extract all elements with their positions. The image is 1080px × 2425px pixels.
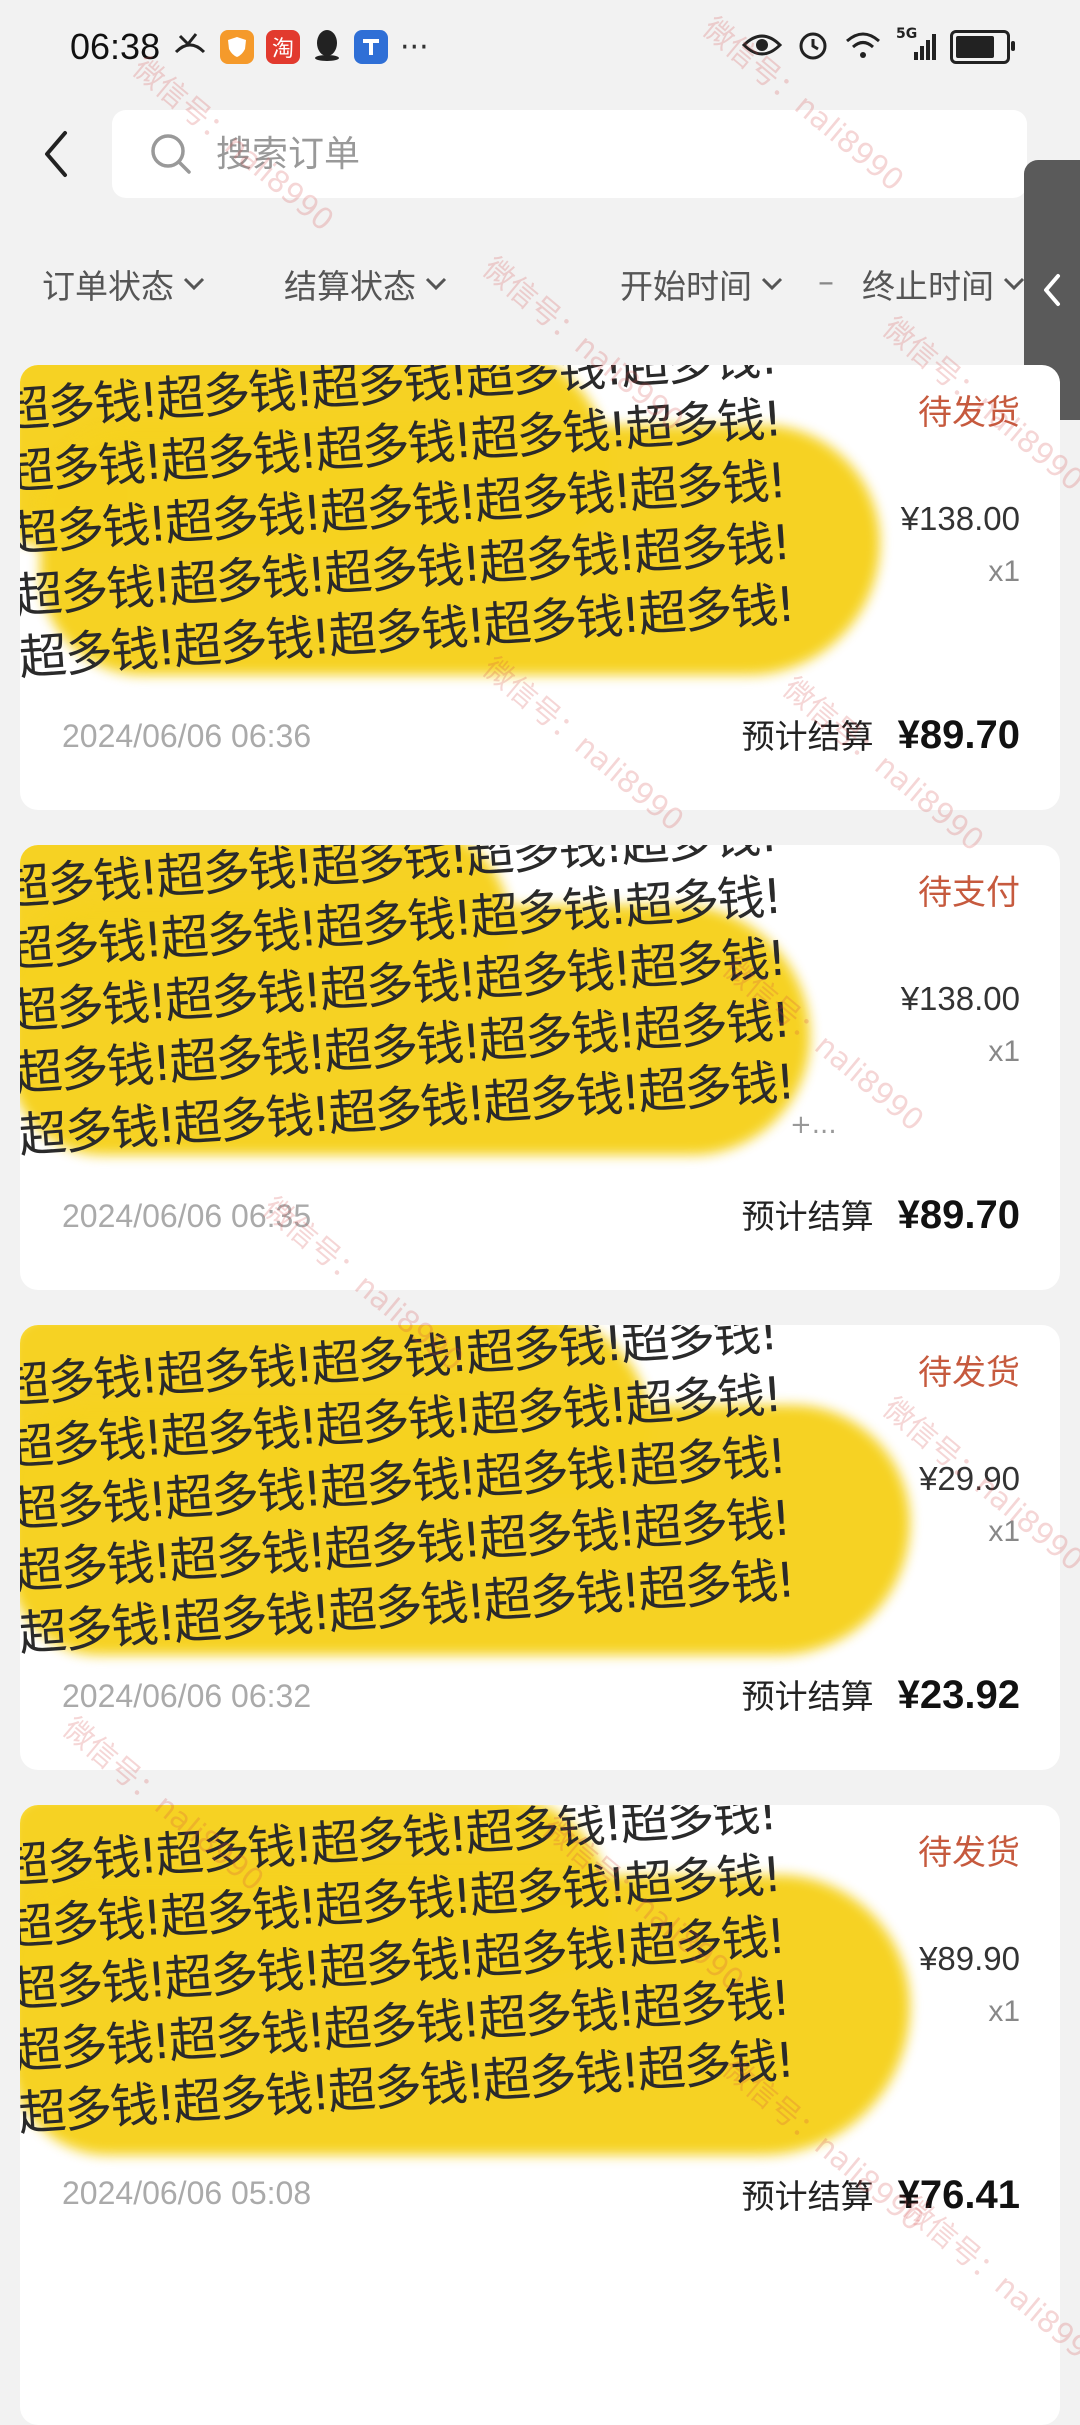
more-items-indicator: +... <box>790 1110 837 1140</box>
item-price: ¥89.90 <box>919 1940 1020 1977</box>
order-time: 2024/06/06 05:08 <box>62 2175 312 2211</box>
order-time: 2024/06/06 06:32 <box>62 1678 312 1714</box>
end-time-filter[interactable]: 终止时间 <box>862 260 1026 308</box>
item-price: ¥138.00 <box>900 980 1020 1017</box>
settlement-amount: ¥23.92 <box>897 1673 1020 1717</box>
settlement-status-filter-label: 结算状态 <box>284 267 416 306</box>
missed-call-icon <box>172 30 208 64</box>
item-price: ¥29.90 <box>919 1460 1020 1497</box>
search-icon <box>148 131 194 177</box>
chevron-down-icon <box>182 272 206 296</box>
shield-app-icon <box>220 30 254 64</box>
order-card[interactable]: 超多钱!超多钱!超多钱!超多钱!超多钱! 超多钱!超多钱!超多钱!超多钱!超多钱!… <box>20 365 1060 810</box>
network-type-label: 5G <box>896 26 918 42</box>
order-card[interactable]: 超多钱!超多钱!超多钱!超多钱!超多钱! 超多钱!超多钱!超多钱!超多钱!超多钱!… <box>20 845 1060 1290</box>
estimated-settlement: 预计结算 ¥89.70 <box>742 710 1020 758</box>
order-status-badge: 待发货 <box>918 393 1020 433</box>
start-time-filter-label: 开始时间 <box>620 267 752 306</box>
order-status-filter-label: 订单状态 <box>42 267 174 306</box>
order-card[interactable]: 超多钱!超多钱!超多钱!超多钱!超多钱! 超多钱!超多钱!超多钱!超多钱!超多钱!… <box>20 1805 1060 2425</box>
redaction-pattern: 超多钱!超多钱!超多钱!超多钱!超多钱! 超多钱!超多钱!超多钱!超多钱!超多钱!… <box>20 845 796 1165</box>
eye-icon <box>741 31 783 63</box>
alarm-icon <box>796 28 830 66</box>
settlement-amount: ¥89.70 <box>897 713 1020 757</box>
order-status-badge: 待发货 <box>918 1833 1020 1873</box>
item-quantity: x1 <box>988 1515 1020 1548</box>
back-arrow-icon <box>45 131 67 177</box>
back-button[interactable] <box>30 122 82 186</box>
status-right-icons: 5G <box>741 26 1015 66</box>
order-time: 2024/06/06 06:36 <box>62 718 312 754</box>
redaction-pattern: 超多钱!超多钱!超多钱!超多钱!超多钱! 超多钱!超多钱!超多钱!超多钱!超多钱!… <box>20 1325 796 1663</box>
item-quantity: x1 <box>988 555 1020 588</box>
taobao-app-icon: 淘 <box>266 30 300 64</box>
order-card[interactable]: 超多钱!超多钱!超多钱!超多钱!超多钱! 超多钱!超多钱!超多钱!超多钱!超多钱!… <box>20 1325 1060 1770</box>
qq-app-icon <box>312 28 342 66</box>
status-bar: 06:38 淘 ··· 5G <box>0 0 1080 100</box>
chevron-down-icon <box>1002 272 1026 296</box>
status-left-icons: 淘 ··· <box>172 28 429 66</box>
search-box[interactable] <box>112 110 1027 198</box>
settlement-status-filter[interactable]: 结算状态 <box>284 260 448 308</box>
item-price: ¥138.00 <box>900 500 1020 537</box>
battery-fill <box>956 36 994 58</box>
estimated-settlement: 预计结算 ¥23.92 <box>742 1670 1020 1718</box>
item-quantity: x1 <box>988 1035 1020 1068</box>
time-range-separator: – <box>818 262 834 300</box>
order-status-badge: 待支付 <box>918 873 1020 913</box>
order-status-filter[interactable]: 订单状态 <box>42 260 206 308</box>
settlement-amount: ¥76.41 <box>897 2173 1020 2217</box>
app-icon <box>354 30 388 64</box>
settlement-label: 预计结算 <box>741 2177 874 2216</box>
start-time-filter[interactable]: 开始时间 <box>620 260 784 308</box>
status-time: 06:38 <box>70 26 161 67</box>
wifi-icon <box>844 30 882 64</box>
settlement-label: 预计结算 <box>741 1677 874 1716</box>
settlement-label: 预计结算 <box>741 1197 874 1236</box>
end-time-filter-label: 终止时间 <box>862 267 994 306</box>
chevron-down-icon <box>760 272 784 296</box>
settlement-amount: ¥89.70 <box>897 1193 1020 1237</box>
redaction-pattern: 超多钱!超多钱!超多钱!超多钱!超多钱! 超多钱!超多钱!超多钱!超多钱!超多钱!… <box>20 365 796 687</box>
signal-icon: 5G <box>896 26 936 62</box>
order-time: 2024/06/06 06:35 <box>62 1198 312 1234</box>
chevron-down-icon <box>424 272 448 296</box>
settlement-label: 预计结算 <box>741 717 874 756</box>
filter-bar: 订单状态 结算状态 开始时间 – 终止时间 <box>0 250 1080 320</box>
estimated-settlement: 预计结算 ¥76.41 <box>742 2170 1020 2218</box>
battery-icon <box>950 30 1015 64</box>
order-status-badge: 待发货 <box>918 1353 1020 1393</box>
redaction-pattern: 超多钱!超多钱!超多钱!超多钱!超多钱! 超多钱!超多钱!超多钱!超多钱!超多钱!… <box>20 1805 795 2143</box>
more-notifications-icon: ··· <box>400 29 429 65</box>
estimated-settlement: 预计结算 ¥89.70 <box>742 1190 1020 1238</box>
search-input[interactable] <box>214 132 998 176</box>
item-quantity: x1 <box>988 1995 1020 2028</box>
